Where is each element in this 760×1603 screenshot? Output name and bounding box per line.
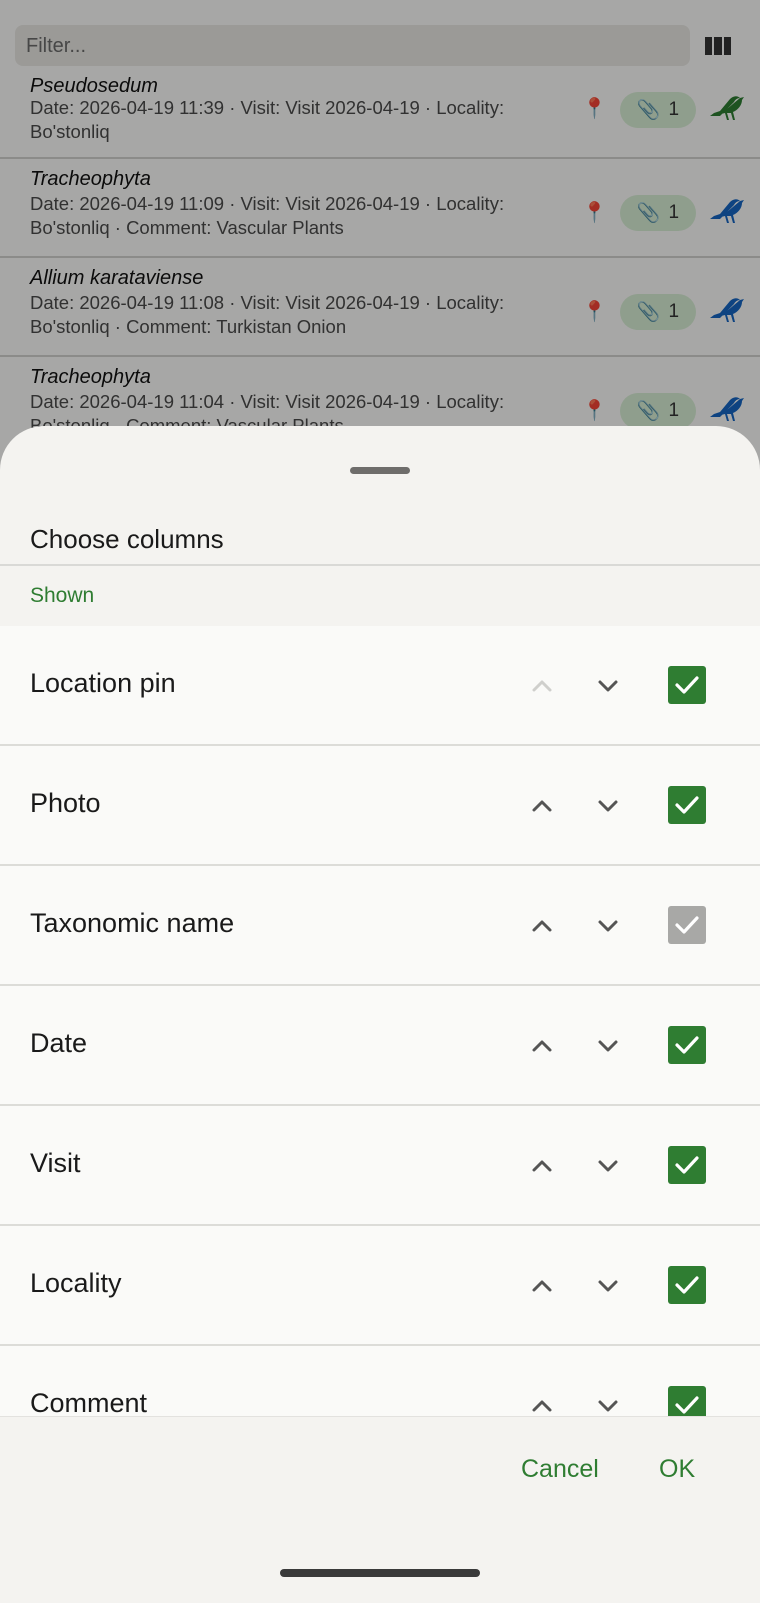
column-row: Photo <box>0 746 760 866</box>
column-checkbox[interactable] <box>668 786 706 824</box>
column-row: Comment <box>0 1346 760 1416</box>
drag-handle[interactable] <box>350 467 410 474</box>
move-down-button[interactable] <box>588 1386 628 1416</box>
section-header-shown: Shown <box>0 566 760 626</box>
chevron-up-icon <box>532 1160 552 1172</box>
move-up-button[interactable] <box>522 786 562 826</box>
checkmark-icon <box>675 1276 699 1294</box>
column-label: Locality <box>30 1268 122 1298</box>
chevron-down-icon <box>598 1160 618 1172</box>
column-label: Date <box>30 1028 88 1058</box>
checkmark-icon <box>675 916 699 934</box>
move-up-button[interactable] <box>522 1026 562 1066</box>
checkmark-icon <box>675 1036 699 1054</box>
sheet-footer: Cancel OK <box>0 1416 760 1603</box>
ok-button[interactable]: OK <box>659 1455 695 1484</box>
column-row: Taxonomic name <box>0 866 760 986</box>
chevron-down-icon <box>598 800 618 812</box>
checkmark-icon <box>675 796 699 814</box>
checkmark-icon <box>675 676 699 694</box>
gesture-nav-bar[interactable] <box>280 1569 480 1577</box>
chevron-down-icon <box>598 1040 618 1052</box>
chevron-up-icon <box>532 1280 552 1292</box>
column-checkbox[interactable] <box>668 1146 706 1184</box>
column-label: Visit <box>30 1148 81 1178</box>
chevron-down-icon <box>598 920 618 932</box>
chevron-up-icon <box>532 680 552 692</box>
checkmark-icon <box>675 1156 699 1174</box>
chevron-down-icon <box>598 1280 618 1292</box>
chevron-down-icon <box>598 1400 618 1412</box>
move-down-button[interactable] <box>588 906 628 946</box>
column-label: Photo <box>30 788 101 818</box>
cancel-button[interactable]: Cancel <box>521 1455 599 1484</box>
move-down-button[interactable] <box>588 1146 628 1186</box>
column-label: Comment <box>30 1388 148 1416</box>
checkmark-icon <box>675 1396 699 1414</box>
move-down-button[interactable] <box>588 1026 628 1066</box>
choose-columns-sheet: Choose columns Shown Location pin Photo Ta… <box>0 426 760 1603</box>
move-down-button[interactable] <box>588 786 628 826</box>
move-down-button[interactable] <box>588 1266 628 1306</box>
column-row: Visit <box>0 1106 760 1226</box>
column-checkbox[interactable] <box>668 1026 706 1064</box>
column-list[interactable]: Location pin Photo Taxonomic name Date Visit… <box>0 626 760 1416</box>
chevron-up-icon <box>532 1400 552 1412</box>
chevron-up-icon <box>532 800 552 812</box>
column-checkbox[interactable] <box>668 906 706 944</box>
move-up-button[interactable] <box>522 906 562 946</box>
move-up-button[interactable] <box>522 1386 562 1416</box>
column-checkbox[interactable] <box>668 1266 706 1304</box>
column-label: Location pin <box>30 668 176 698</box>
column-label: Taxonomic name <box>30 908 235 938</box>
column-row: Date <box>0 986 760 1106</box>
column-row: Locality <box>0 1226 760 1346</box>
column-checkbox[interactable] <box>668 666 706 704</box>
column-row: Location pin <box>0 626 760 746</box>
chevron-down-icon <box>598 680 618 692</box>
column-checkbox[interactable] <box>668 1386 706 1416</box>
move-up-button[interactable] <box>522 1146 562 1186</box>
sheet-title: Choose columns <box>30 524 224 554</box>
chevron-up-icon <box>532 1040 552 1052</box>
move-down-button[interactable] <box>588 666 628 706</box>
move-up-button[interactable] <box>522 1266 562 1306</box>
move-up-button[interactable] <box>522 666 562 706</box>
chevron-up-icon <box>532 920 552 932</box>
